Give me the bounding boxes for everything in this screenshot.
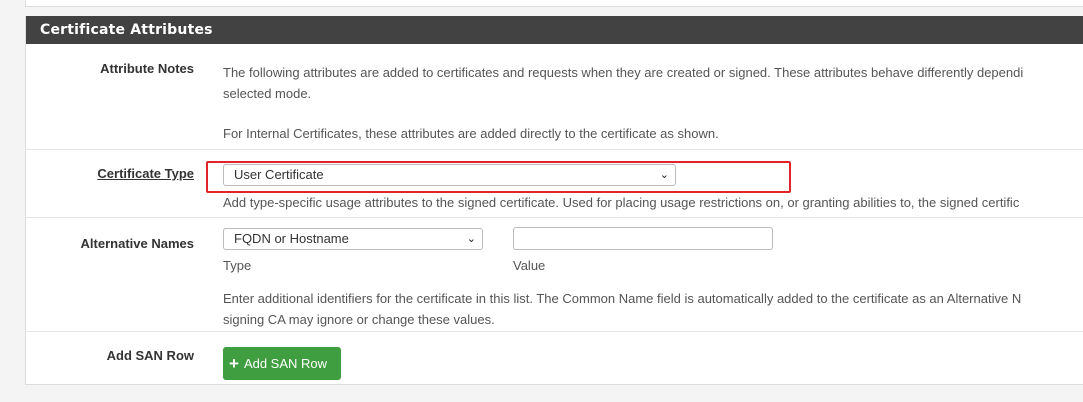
- add-san-label: Add SAN Row: [106, 348, 194, 363]
- attribute-notes-line-2: selected mode.: [223, 86, 312, 101]
- san-type-selected-value: FQDN or Hostname: [234, 231, 349, 246]
- attribute-notes-line-1: The following attributes are added to ce…: [223, 65, 1024, 80]
- alternative-names-help-line-1: Enter additional identifiers for the cer…: [223, 291, 1022, 306]
- attribute-notes-row: Attribute Notes The following attributes…: [26, 44, 1083, 149]
- alternative-names-help-line-2: signing CA may ignore or change these va…: [223, 312, 495, 327]
- attribute-notes-line-3: For Internal Certificates, these attribu…: [223, 126, 719, 141]
- san-value-sublabel: Value: [513, 258, 546, 273]
- certificate-type-help: Add type-specific usage attributes to th…: [223, 195, 1020, 210]
- add-san-row-button[interactable]: + Add SAN Row: [223, 347, 341, 380]
- san-type-select[interactable]: FQDN or Hostname ⌄: [223, 228, 483, 250]
- certificate-type-label[interactable]: Certificate Type: [26, 166, 194, 181]
- san-type-sublabel: Type: [223, 258, 252, 273]
- plus-icon: +: [229, 354, 239, 373]
- panel-title: Certificate Attributes: [26, 16, 1083, 44]
- certificate-attributes-panel: Certificate Attributes Attribute Notes T…: [25, 16, 1083, 385]
- alternative-names-row: Alternative Names FQDN or Hostname ⌄ Typ…: [26, 217, 1083, 332]
- san-value-input[interactable]: [513, 227, 773, 250]
- attribute-notes-text: The following attributes are added to ce…: [223, 62, 1083, 144]
- chevron-down-icon: ⌄: [466, 233, 476, 245]
- attribute-notes-label: Attribute Notes: [100, 61, 194, 76]
- highlight-box: [206, 161, 791, 193]
- add-san-button-label: Add SAN Row: [243, 356, 328, 371]
- certificate-type-row: Certificate Type User Certificate ⌄ Add …: [26, 149, 1083, 218]
- alternative-names-help: Enter additional identifiers for the cer…: [223, 288, 1083, 330]
- alternative-names-label: Alternative Names: [80, 236, 194, 251]
- add-san-row: Add SAN Row + Add SAN Row: [26, 331, 1083, 385]
- previous-panel: [25, 0, 1083, 7]
